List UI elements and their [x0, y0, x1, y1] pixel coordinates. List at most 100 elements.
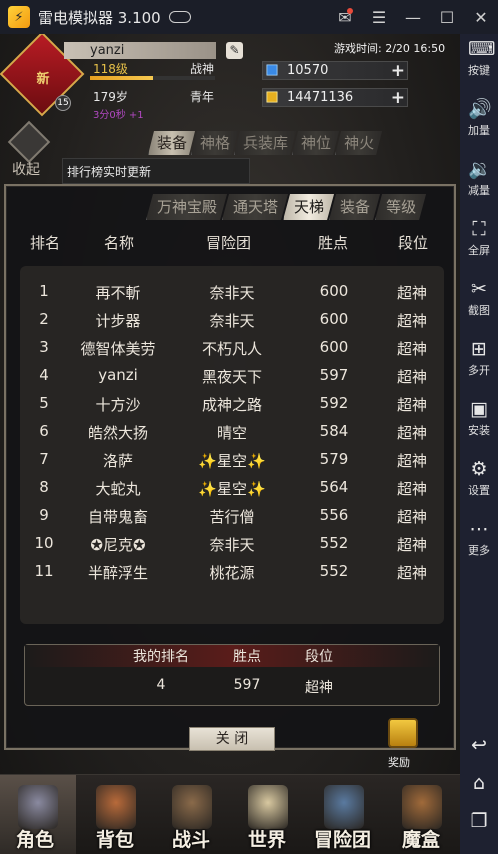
- nav-world[interactable]: 世界: [230, 775, 306, 854]
- my-rank-header: 我的排名: [133, 649, 189, 665]
- maximize-icon[interactable]: ☐: [430, 0, 464, 34]
- table-row[interactable]: 9 自带鬼畜 苦行僧 556 超神: [20, 502, 444, 530]
- my-tier-value: 超神: [305, 680, 333, 696]
- mail-icon[interactable]: ✉: [328, 0, 362, 34]
- table-row[interactable]: 11 半醉浮生 桃花源 552 超神: [20, 558, 444, 586]
- ranking-dialog: 万神宝殿 通天塔 天梯 装备 等级 排名 名称 冒险团 胜点 段位 1 再不斬 …: [4, 184, 456, 769]
- keyboard-icon: ⌨: [468, 38, 496, 60]
- table-row[interactable]: 3 德智体美劳 不朽凡人 600 超神: [20, 334, 444, 362]
- reward-button[interactable]: 奖励: [380, 716, 424, 772]
- sidebar-item-volume-down[interactable]: 🔉 减量: [460, 158, 498, 198]
- apk-install-icon: ▣: [470, 398, 488, 420]
- emulator-logo-icon: ⚡: [8, 6, 30, 28]
- sidebar-item-volume-up[interactable]: 🔊 加量: [460, 98, 498, 138]
- my-points-value: 597: [233, 677, 261, 693]
- header-rank: 排名: [30, 234, 61, 252]
- player-name: yanzi: [64, 42, 216, 59]
- tab-gear[interactable]: 装备: [329, 194, 380, 220]
- gem-currency: 10570 +: [262, 61, 408, 81]
- emblem-level-badge: 15: [55, 95, 71, 111]
- recent-apps-icon: ❐: [470, 810, 488, 832]
- gamepad-icon[interactable]: [168, 11, 191, 23]
- menu-icon[interactable]: ☰: [362, 0, 396, 34]
- treasure-chest-icon: [388, 718, 418, 748]
- table-row[interactable]: 1 再不斬 奈非天 600 超神: [20, 278, 444, 306]
- sidebar-item-multi-open[interactable]: ⊞ 多开: [460, 338, 498, 378]
- sidebar-item-fullscreen[interactable]: ⛶ 全屏: [460, 218, 498, 258]
- back-button[interactable]: ↩: [460, 734, 498, 756]
- table-row[interactable]: 4 yanzi 黑夜天下 597 超神: [20, 362, 444, 390]
- header-tier: 段位: [398, 234, 429, 252]
- tab-ladder[interactable]: 天梯: [283, 194, 334, 220]
- sword-shield-icon: [172, 785, 212, 829]
- recent-apps-button[interactable]: ❐: [460, 810, 498, 832]
- emulator-titlebar: ⚡ 雷电模拟器 3.100 ✉ ☰ — ☐ ✕: [0, 0, 498, 34]
- home-button[interactable]: ⌂: [460, 772, 498, 794]
- multi-open-icon: ⊞: [471, 338, 487, 360]
- gem-amount: 10570: [287, 63, 329, 78]
- game-time: 游戏时间: 2/20 16:50: [334, 42, 446, 55]
- sidebar-item-install[interactable]: ▣ 安装: [460, 398, 498, 438]
- add-gold-button[interactable]: +: [391, 88, 405, 108]
- nav-backpack[interactable]: 背包: [78, 775, 154, 854]
- magic-box-icon: [402, 785, 442, 829]
- add-gems-button[interactable]: +: [391, 61, 405, 81]
- emblem-text: 新: [36, 71, 50, 87]
- exp-bar: [90, 76, 215, 80]
- emulator-sidebar: ⌨ 按键 🔊 加量 🔉 减量 ⛶ 全屏 ✂ 截图 ⊞ 多开 ▣ 安装 ⚙ 设置 …: [460, 34, 498, 854]
- close-button[interactable]: 关 闭: [189, 727, 275, 751]
- age-timer: 3分0秒 +1: [93, 110, 144, 121]
- table-row[interactable]: 2 计步器 奈非天 600 超神: [20, 306, 444, 334]
- castle-icon: [324, 785, 364, 829]
- table-row[interactable]: 6 皓然大扬 晴空 584 超神: [20, 418, 444, 446]
- tab-divinity[interactable]: 神格: [191, 131, 238, 155]
- edit-name-icon[interactable]: ✎: [226, 42, 243, 59]
- tab-pantheon[interactable]: 万神宝殿: [146, 194, 227, 220]
- close-icon[interactable]: ✕: [464, 0, 498, 34]
- gear-icon: ⚙: [470, 458, 488, 480]
- player-level: 118级: [93, 62, 128, 76]
- table-row[interactable]: 10 ✪尼克✪ 奈非天 552 超神: [20, 530, 444, 558]
- character-helmet-icon: [18, 785, 58, 829]
- collapse-button[interactable]: 收起: [6, 120, 54, 185]
- ranking-notice: 排行榜实时更新: [62, 158, 250, 184]
- header-guild: 冒险团: [206, 234, 252, 252]
- nav-magic-box[interactable]: 魔盒: [384, 775, 460, 854]
- tab-level[interactable]: 等级: [375, 194, 426, 220]
- more-icon: ⋯: [469, 518, 489, 540]
- ranking-tabs: 万神宝殿 通天塔 天梯 装备 等级: [146, 194, 421, 220]
- table-row[interactable]: 8 大蛇丸 ✨星空✨ 564 超神: [20, 474, 444, 502]
- my-rank-panel: 我的排名 胜点 段位 4 597 超神: [24, 644, 440, 706]
- header-points: 胜点: [318, 234, 349, 252]
- emulator-title: 雷电模拟器 3.100: [38, 8, 161, 27]
- tab-tower[interactable]: 通天塔: [222, 194, 288, 220]
- nav-battle[interactable]: 战斗: [154, 775, 230, 854]
- tab-god-fire[interactable]: 神火: [335, 131, 382, 155]
- main-tabs: 装备 神格 兵装库 神位 神火: [148, 131, 378, 155]
- ranking-list: 1 再不斬 奈非天 600 超神 2 计步器 奈非天 600 超神 3 德智体美…: [20, 266, 444, 624]
- gold-gem-icon: [266, 91, 278, 103]
- tab-armory[interactable]: 兵装库: [234, 131, 296, 155]
- my-rank-value: 4: [156, 677, 166, 693]
- player-title: 战神: [190, 62, 215, 76]
- table-row[interactable]: 5 十方沙 成神之路 592 超神: [20, 390, 444, 418]
- header-name: 名称: [104, 234, 135, 252]
- nav-character[interactable]: 角色: [0, 775, 76, 854]
- minimize-icon[interactable]: —: [396, 0, 430, 34]
- tab-god-rank[interactable]: 神位: [292, 131, 339, 155]
- player-age: 179岁: [93, 90, 128, 104]
- gold-currency: 14471136 +: [262, 88, 408, 108]
- tab-equipment[interactable]: 装备: [148, 131, 195, 155]
- sidebar-item-keys[interactable]: ⌨ 按键: [460, 38, 498, 78]
- volume-down-icon: 🔉: [468, 158, 492, 180]
- ranking-table-header: 排名 名称 冒险团 胜点 段位: [22, 232, 442, 256]
- game-viewport: 新 15 yanzi ✎ 118级 战神 179岁 青年 3分0秒 +1 游戏时…: [0, 34, 460, 854]
- sidebar-item-screenshot[interactable]: ✂ 截图: [460, 278, 498, 318]
- table-row[interactable]: 7 洛萨 ✨星空✨ 579 超神: [20, 446, 444, 474]
- gold-amount: 14471136: [287, 90, 354, 105]
- sidebar-item-settings[interactable]: ⚙ 设置: [460, 458, 498, 498]
- home-icon: ⌂: [472, 772, 486, 794]
- fullscreen-icon: ⛶: [472, 218, 486, 240]
- sidebar-item-more[interactable]: ⋯ 更多: [460, 518, 498, 558]
- nav-guild[interactable]: 冒险团: [306, 775, 382, 854]
